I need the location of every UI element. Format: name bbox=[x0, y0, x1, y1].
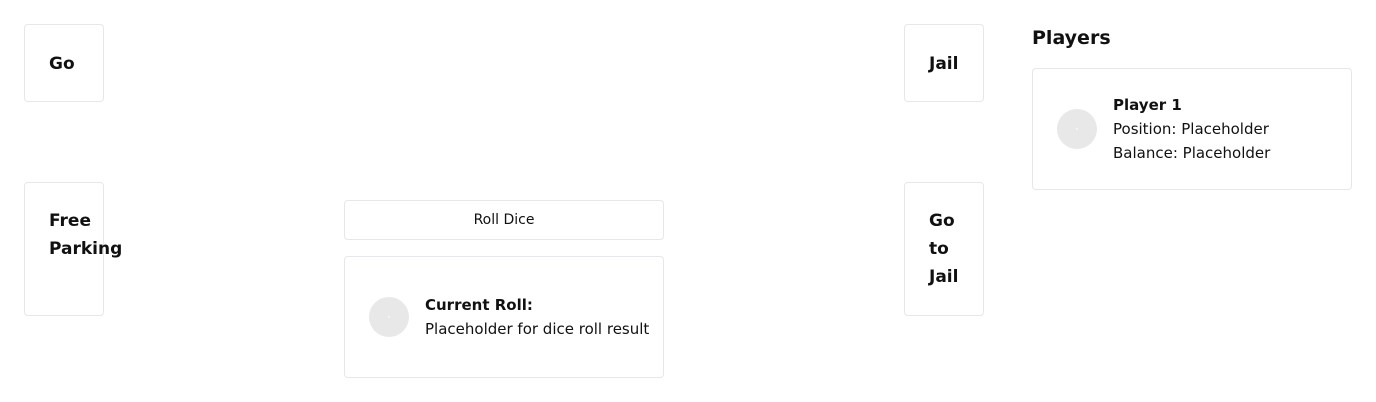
board-space-jail[interactable]: Jail bbox=[904, 24, 984, 102]
player-avatar-icon bbox=[1057, 109, 1097, 149]
player-position: Position: Placeholder bbox=[1113, 120, 1269, 138]
board-space-go-label: Go bbox=[49, 54, 75, 74]
players-heading: Players bbox=[1032, 27, 1111, 49]
board-space-go-to-jail-label: Go to Jail bbox=[929, 211, 959, 287]
current-roll-card: Current Roll: Placeholder for dice roll … bbox=[344, 256, 664, 378]
board-space-go[interactable]: Go bbox=[24, 24, 104, 102]
current-roll-title: Current Roll: bbox=[425, 296, 533, 314]
player-card: Player 1 Position: Placeholder Balance: … bbox=[1032, 68, 1352, 190]
board-space-go-to-jail[interactable]: Go to Jail bbox=[904, 182, 984, 316]
player-balance: Balance: Placeholder bbox=[1113, 144, 1271, 162]
dice-avatar-icon bbox=[369, 297, 409, 337]
player-info: Player 1 Position: Placeholder Balance: … bbox=[1113, 93, 1270, 165]
board-space-jail-label: Jail bbox=[929, 54, 959, 74]
player-name: Player 1 bbox=[1113, 96, 1182, 114]
current-roll-result: Placeholder for dice roll result bbox=[425, 320, 650, 338]
board-space-free-parking[interactable]: Free Parking bbox=[24, 182, 122, 316]
board-space-free-parking-label: Free Parking bbox=[49, 211, 123, 259]
current-roll-text: Current Roll: Placeholder for dice roll … bbox=[425, 293, 655, 341]
roll-dice-button[interactable]: Roll Dice bbox=[344, 200, 664, 240]
